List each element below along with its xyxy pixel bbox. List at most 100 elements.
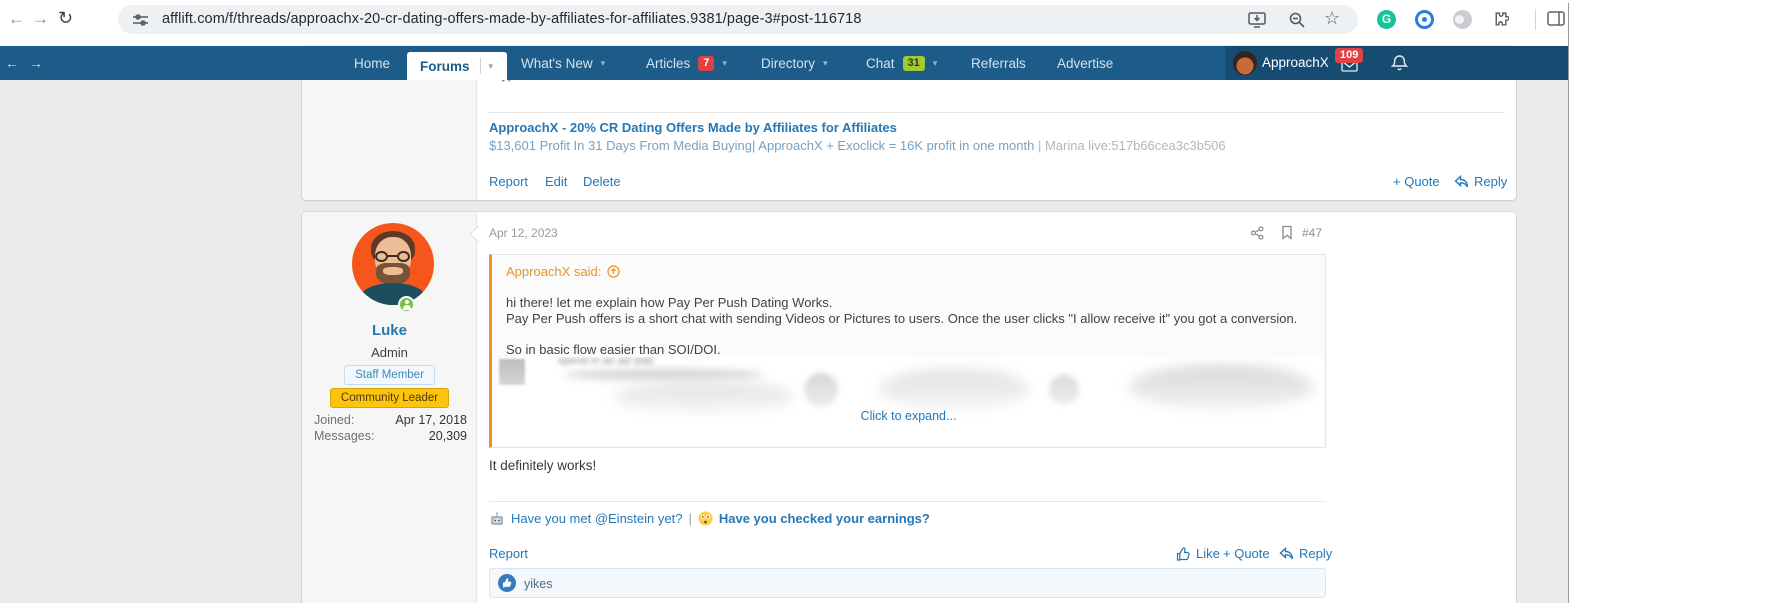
- signature-thread-link-text: ApproachX - 20% CR Dating Offers Made by…: [489, 120, 897, 135]
- nav-item-forums-active[interactable]: Forums ▾: [407, 52, 507, 80]
- url-text[interactable]: afflift.com/f/threads/approachx-20-cr-da…: [162, 5, 862, 34]
- post-date[interactable]: Apr 12, 2023: [489, 226, 558, 240]
- edit-link[interactable]: Edit: [545, 174, 567, 189]
- reply-button[interactable]: Reply: [1279, 546, 1332, 561]
- signature-divider: [489, 501, 1326, 502]
- reply-arrow-icon: [1279, 547, 1294, 560]
- nav-whats-new-label: What's New: [521, 55, 593, 71]
- side-panel-icon[interactable]: [1547, 11, 1565, 26]
- click-to-expand[interactable]: Click to expand...: [494, 409, 1323, 423]
- like-reaction-icon: [498, 574, 516, 592]
- nav-item-chat[interactable]: Chat 31 ▾: [866, 46, 937, 80]
- report-link[interactable]: Report: [489, 546, 528, 561]
- nav-item-articles[interactable]: Articles 7 ▾: [646, 46, 727, 80]
- report-link[interactable]: Report: [489, 174, 528, 189]
- chevron-down-icon[interactable]: ▾: [823, 58, 828, 69]
- zoom-out-icon[interactable]: [1288, 11, 1306, 29]
- chevron-down-icon[interactable]: ▾: [722, 58, 727, 69]
- bell-icon[interactable]: [1391, 54, 1408, 72]
- nav-home-label: Home: [354, 55, 391, 71]
- extensions-puzzle-icon[interactable]: [1492, 11, 1509, 28]
- bookmark-star-icon[interactable]: ☆: [1324, 8, 1340, 29]
- delete-link[interactable]: Delete: [583, 174, 621, 189]
- nav-next-arrow-icon[interactable]: →: [29, 55, 43, 71]
- install-app-icon[interactable]: [1248, 11, 1266, 28]
- forum-navbar: ← → Home Forums ▾ What's New ▾ Articles …: [0, 46, 1569, 80]
- nav-advertise-label: Advertise: [1057, 55, 1114, 71]
- messages-label: Messages:: [314, 429, 375, 443]
- nav-referrals-label: Referrals: [971, 55, 1026, 71]
- articles-count-badge: 7: [698, 55, 715, 71]
- nav-prev-arrow-icon[interactable]: ←: [5, 55, 19, 71]
- online-status-icon: [398, 296, 415, 313]
- grammarly-extension-icon[interactable]: G: [1377, 10, 1396, 29]
- nav-articles-label: Articles: [646, 55, 691, 71]
- quote-line-2: Pay Per Push offers is a short chat with…: [506, 311, 1298, 326]
- toolbar-separator: [1535, 9, 1536, 30]
- post-body-text: It definitely works!: [489, 458, 597, 473]
- quote-button[interactable]: + Quote: [1393, 174, 1440, 189]
- nav-item-directory[interactable]: Directory ▾: [761, 46, 828, 80]
- post-number[interactable]: #47: [1302, 226, 1322, 240]
- post-signature: Have you met @Einstein yet? | Have you c…: [489, 511, 930, 526]
- joined-label: Joined:: [314, 413, 355, 427]
- avatar-glasses-right: [397, 251, 410, 262]
- nav-item-advertise[interactable]: Advertise: [1057, 46, 1113, 80]
- signature-line-links[interactable]: $13,601 Profit In 31 Days From Media Buy…: [489, 138, 1038, 153]
- nav-forums-label: Forums: [420, 58, 470, 74]
- account-name[interactable]: ApproachX: [1262, 46, 1329, 80]
- browser-forward-icon[interactable]: →: [32, 10, 49, 27]
- author-messages-row: Messages: 20,309: [302, 429, 477, 445]
- signature-line: $13,601 Profit In 31 Days From Media Buy…: [489, 138, 1226, 153]
- reactions-bar[interactable]: yikes: [489, 568, 1326, 598]
- bookmark-icon[interactable]: [1281, 225, 1293, 240]
- inbox-count-badge[interactable]: 109: [1335, 48, 1364, 63]
- flushed-emoji-icon: [698, 511, 713, 526]
- nav-item-whats-new[interactable]: What's New ▾: [521, 46, 605, 80]
- browser-toolbar: ← → ↻ afflift.com/f/threads/approachx-20…: [0, 0, 1785, 40]
- messages-value: 20,309: [428, 429, 467, 443]
- chevron-down-icon[interactable]: ▾: [601, 58, 606, 69]
- nav-item-referrals[interactable]: Referrals: [971, 46, 1026, 80]
- author-name[interactable]: Luke: [302, 322, 477, 339]
- quote-button[interactable]: + Quote: [1223, 546, 1270, 561]
- screen: ← → ↻ afflift.com/f/threads/approachx-20…: [0, 0, 1785, 603]
- reply-arrow-icon: [1454, 175, 1469, 188]
- like-button[interactable]: Like: [1176, 546, 1220, 561]
- browser-reload-icon[interactable]: ↻: [58, 9, 73, 27]
- chevron-down-icon[interactable]: ▾: [489, 61, 494, 72]
- site-settings-icon[interactable]: [132, 12, 149, 28]
- account-strip: Search ApproachX 109: [1225, 46, 1569, 80]
- chevron-down-icon[interactable]: ▾: [933, 58, 938, 69]
- signature-divider: [489, 112, 1505, 113]
- signature-separator: |: [688, 511, 692, 526]
- author-banner-staff: Staff Member: [302, 365, 477, 385]
- signature-earnings-link[interactable]: Have you checked your earnings?: [719, 511, 930, 526]
- avatar-glasses-left: [375, 251, 388, 262]
- quote-attribution[interactable]: ApproachX said:: [506, 264, 621, 279]
- browser-back-icon[interactable]: ←: [8, 10, 25, 27]
- signature-line-muted: | Marina live:517b66cea3c3b506: [1037, 138, 1226, 153]
- reply-button[interactable]: Reply: [1454, 174, 1507, 189]
- account-avatar[interactable]: [1233, 51, 1257, 75]
- quote-block: ApproachX said: hi there! let me explain…: [489, 254, 1326, 448]
- chat-count-badge: 31: [902, 55, 925, 71]
- share-icon[interactable]: [1250, 226, 1264, 240]
- onepassword-extension-icon[interactable]: [1415, 10, 1434, 29]
- quote-line-1: hi there! let me explain how Pay Per Pus…: [506, 295, 833, 310]
- signature-thread-link[interactable]: ApproachX - 20% CR Dating Offers Made by…: [489, 120, 897, 135]
- reaction-users[interactable]: yikes: [524, 569, 552, 599]
- avatar[interactable]: [352, 223, 434, 305]
- signature-einstein-link[interactable]: Have you met @Einstein yet?: [511, 511, 682, 526]
- gray-extension-icon[interactable]: [1453, 10, 1472, 29]
- post-user-column: Luke Admin Staff Member Community Leader…: [302, 212, 477, 603]
- blurred-screenshot[interactable]: spend in an ad stati Click to expand...: [494, 357, 1323, 446]
- joined-value: Apr 17, 2018: [395, 413, 467, 427]
- quote-line-3: So in basic flow easier than SOI/DOI.: [506, 342, 721, 357]
- robot-emoji-icon: [489, 511, 505, 526]
- jump-to-source-icon[interactable]: [607, 265, 621, 278]
- nav-chat-label: Chat: [866, 55, 895, 71]
- nav-item-home[interactable]: Home: [354, 46, 390, 80]
- author-title: Admin: [371, 345, 408, 360]
- avatar-mouth-area: [383, 267, 403, 275]
